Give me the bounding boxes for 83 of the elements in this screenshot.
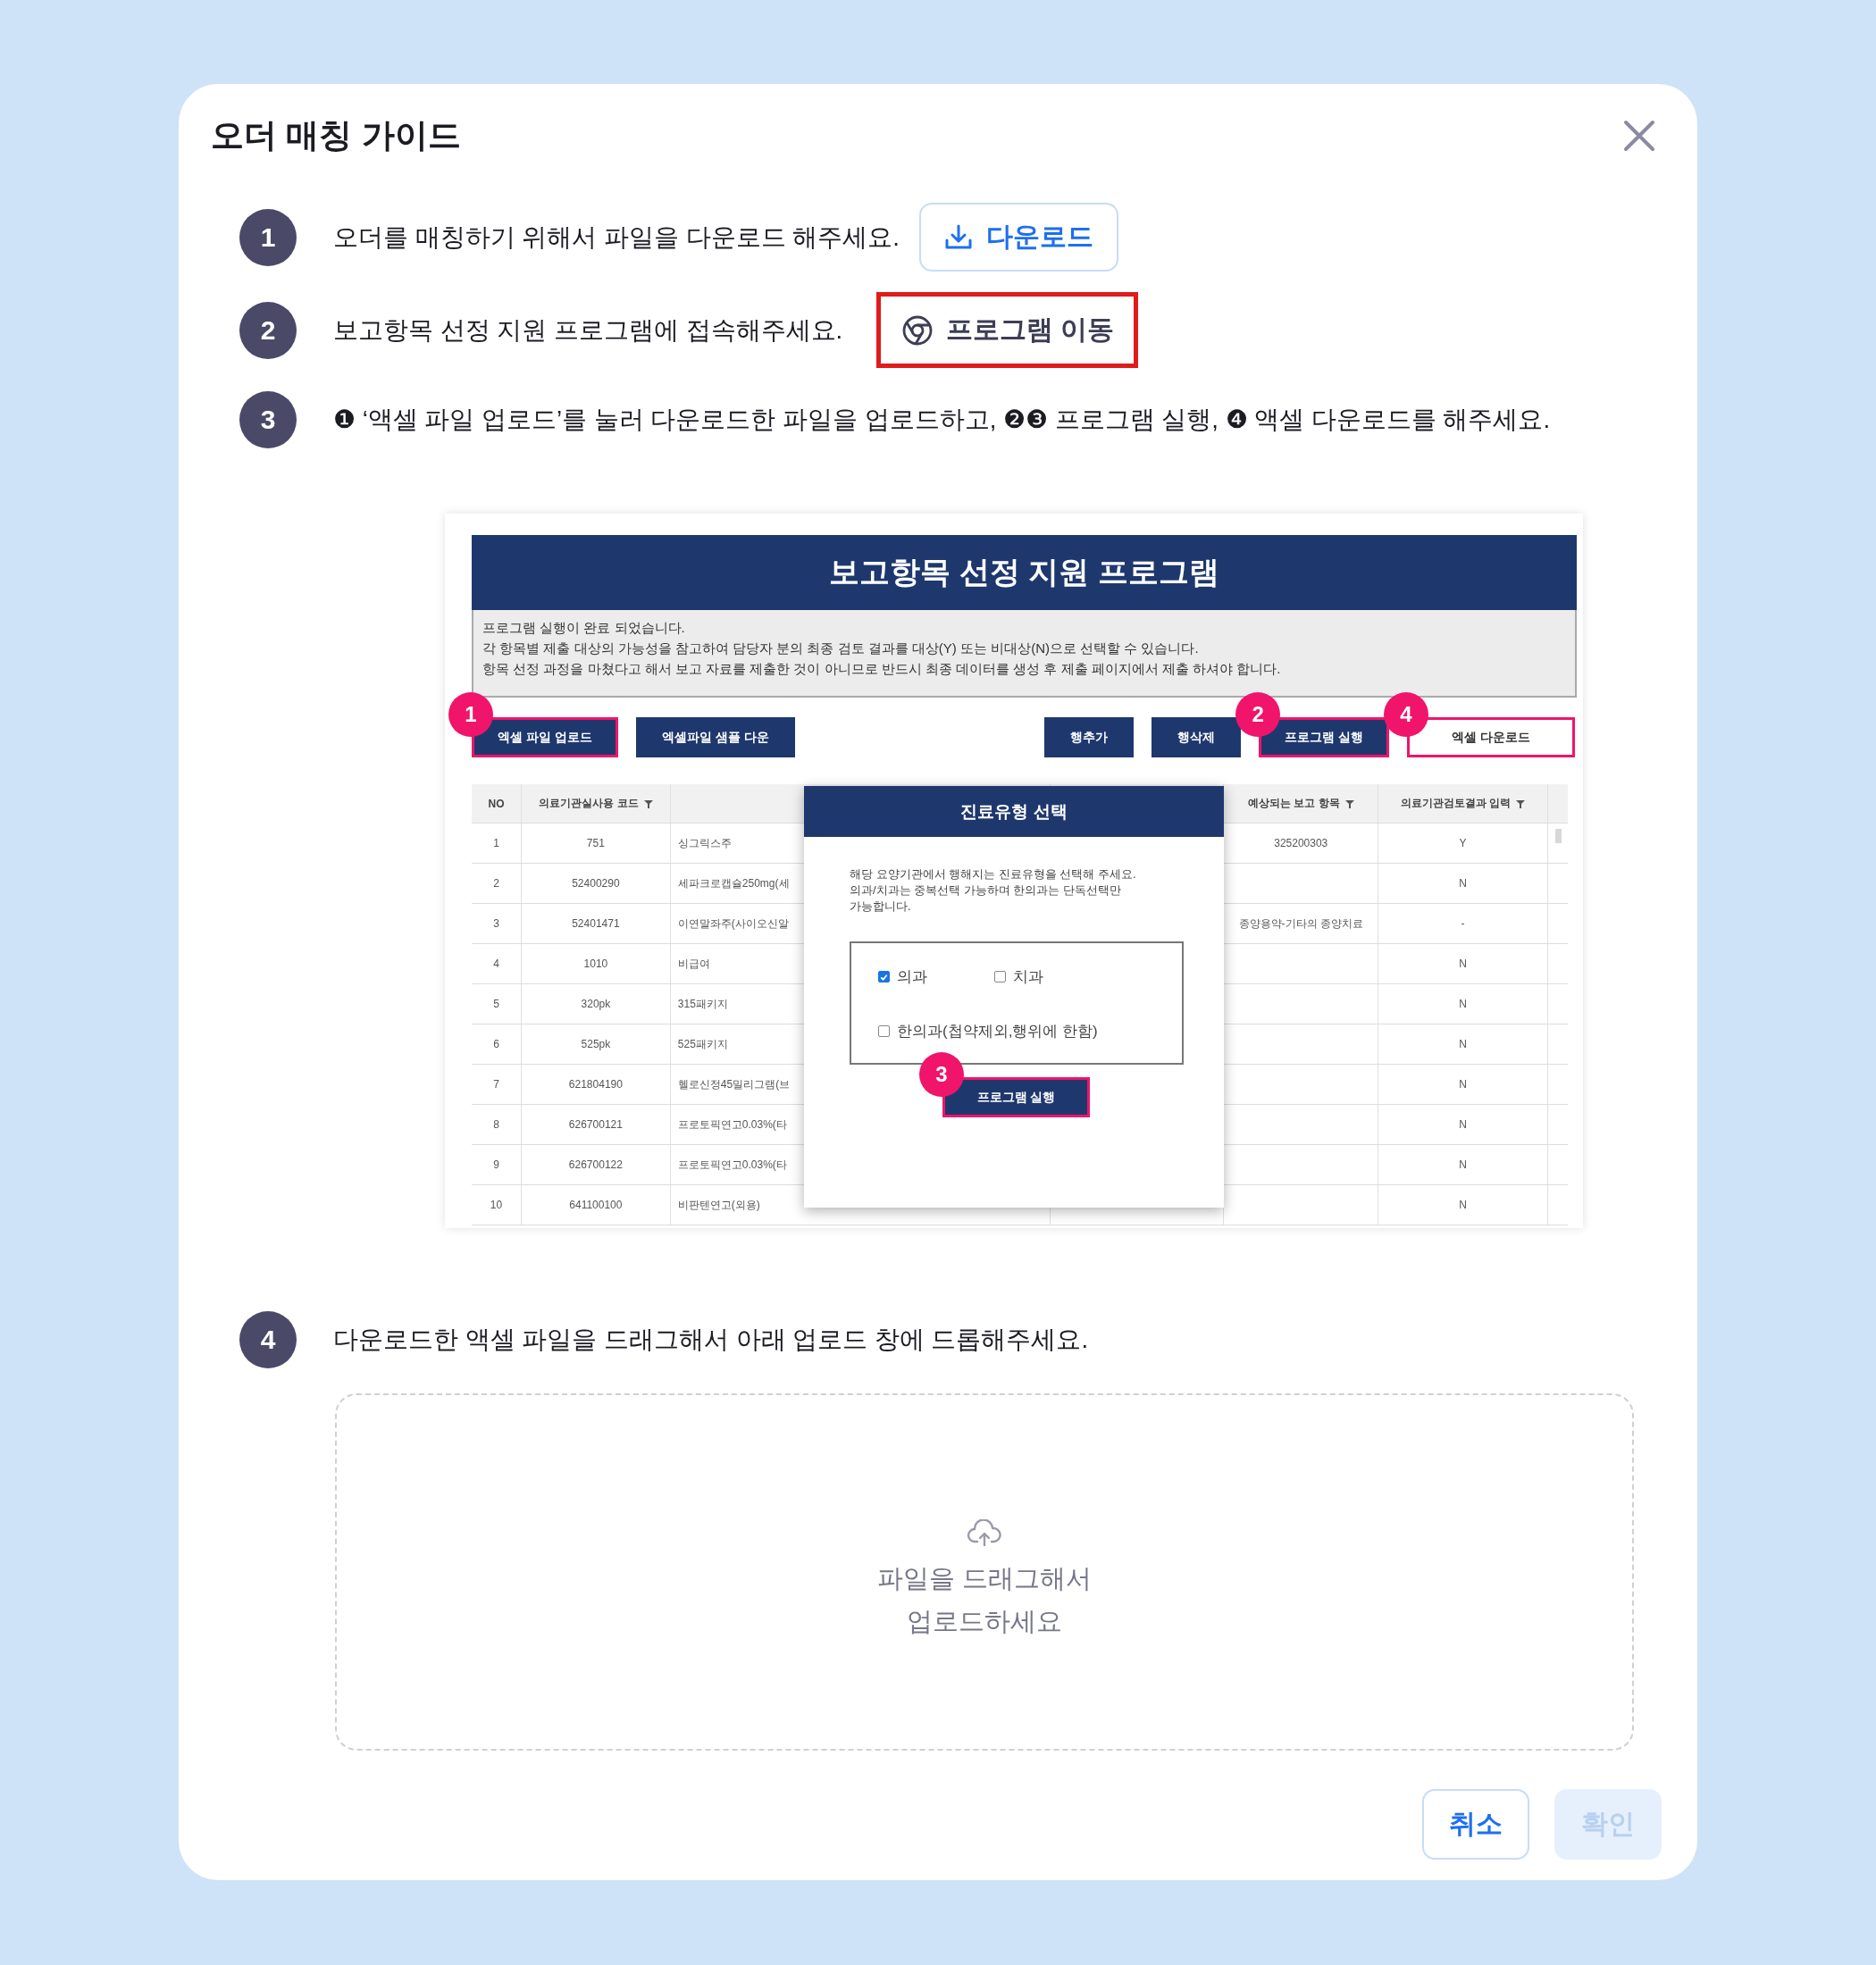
- checkbox-label: 한의과(첩약제외,행위에 한함): [897, 1022, 1098, 1041]
- filter-icon[interactable]: [1344, 799, 1354, 808]
- checkbox-label: 의과: [897, 967, 927, 987]
- table-cell: 1010: [521, 944, 671, 983]
- table-cell: 315패키지: [677, 996, 728, 1012]
- table-cell: 1: [472, 824, 522, 863]
- step-number: 4: [239, 1311, 297, 1368]
- table-cell: 52401471: [521, 904, 671, 943]
- cloud-upload-icon: [967, 1519, 1002, 1548]
- table-cell: N: [1378, 1105, 1548, 1144]
- table-cell: N: [1378, 1185, 1548, 1225]
- step-marker: 1: [448, 692, 493, 737]
- dropzone-text: 파일을 드래그해서 업로드하세요: [876, 1563, 1093, 1637]
- notice-text: 각 항목별 제출 대상의 가능성을 참고하여 담당자 분의 최종 검토 결과를 대상(Y) 또는 비대상(N)으로 선택할 수 있습니다.: [482, 640, 1200, 657]
- table-cell: N: [1378, 1065, 1548, 1104]
- table-cell: N: [1378, 1024, 1548, 1064]
- table-cell: 751: [521, 824, 671, 863]
- table-cell: 종양용약-기타의 종양치료: [1238, 916, 1363, 932]
- program-action-button[interactable]: 행추가: [1044, 717, 1135, 757]
- step-text: 오더를 매칭하기 위해서 파일을 다운로드 해주세요.: [333, 222, 900, 253]
- popup-title: 진료유형 선택: [804, 786, 1224, 837]
- checkbox[interactable]: [878, 971, 890, 982]
- ring-icon: [900, 314, 934, 347]
- step-text: ❶ ‘액셀 파일 업로드’를 눌러 다운로드한 파일을 업로드하고, ❷❸ 프로그램 실행, ❹ 액셀 다운로드를 해주세요.: [333, 405, 1551, 435]
- table-cell: 4: [472, 944, 522, 983]
- table-cell: 621804190: [521, 1065, 671, 1104]
- filter-icon[interactable]: [1516, 799, 1526, 808]
- step-number: 2: [239, 301, 297, 359]
- upload-dropzone[interactable]: 파일을 드래그해서 업로드하세요: [335, 1393, 1634, 1751]
- table-cell: Y: [1378, 824, 1548, 863]
- close-icon[interactable]: [1623, 120, 1655, 152]
- table-cell: N: [1378, 984, 1548, 1024]
- column-header: NO: [472, 784, 522, 823]
- checkbox[interactable]: [878, 1025, 890, 1037]
- dialog-title: 오더 매칭 가이드: [211, 116, 461, 155]
- table-cell: 8: [472, 1105, 522, 1144]
- table-cell: 2: [472, 864, 522, 903]
- table-cell: 6: [472, 1024, 522, 1064]
- program-action-button[interactable]: 행삭제: [1152, 717, 1242, 757]
- table-cell: 52400290: [521, 864, 671, 903]
- table-cell: 비급여: [677, 956, 710, 972]
- table-cell: 641100100: [521, 1185, 671, 1225]
- table-cell: N: [1378, 944, 1548, 983]
- notice-text: 항목 선정 과정을 마쳤다고 해서 보고 자료를 제출한 것이 아니므로 반드시 최종 데이터를 생성 후 제출 페이지에서 제출 하셔야 합니다.: [482, 660, 1282, 678]
- popup-text: 해당 요양기관에서 행해지는 진료유형을 선택해 주세요. 의과/치과는 중복선택 가능하며 한의과는 단독선택만 가능합니다.: [850, 866, 1137, 915]
- table-cell: 525패키지: [677, 1036, 728, 1052]
- step-marker: 3: [919, 1052, 964, 1097]
- table-cell: 5: [472, 984, 522, 1024]
- program-action-button[interactable]: 엑셀파일 샘플 다운: [635, 717, 795, 757]
- program-button[interactable]: 프로그램 이동: [876, 292, 1139, 368]
- step-text: 다운로드한 액셀 파일을 드래그해서 아래 업로드 창에 드롭해주세요.: [333, 1325, 1089, 1355]
- table-cell: 626700122: [521, 1145, 671, 1184]
- checkbox-label: 치과: [1013, 967, 1043, 987]
- table-cell: 헬로신정45밀리그램(브: [677, 1076, 791, 1092]
- table-cell: 525pk: [521, 1024, 671, 1064]
- table-cell: 세파크로캡슐250mg(세: [677, 875, 790, 891]
- step-text: 보고항목 선정 지원 프로그램에 접속해주세요.: [333, 314, 843, 346]
- table-cell: 9: [472, 1145, 522, 1184]
- table-cell: 626700121: [521, 1105, 671, 1144]
- download-button[interactable]: 다운로드: [918, 203, 1118, 272]
- filter-icon[interactable]: [643, 799, 653, 808]
- table-cell: 싱그릭스주: [677, 835, 732, 851]
- dialog-button[interactable]: 취소: [1422, 1789, 1529, 1860]
- column-header: 의료기관실사용 코드: [521, 784, 671, 823]
- table-cell: 3: [472, 904, 522, 943]
- step-number: 3: [239, 391, 297, 448]
- table-cell: 이연말좌주(사이오신알: [677, 916, 789, 932]
- table-cell: 비판텐연고(외용): [677, 1197, 760, 1213]
- table-cell: N: [1378, 1145, 1548, 1184]
- table-cell: 320pk: [521, 984, 671, 1024]
- table-cell: 프로토픽연고0.03%(타: [677, 1157, 787, 1173]
- column-header: 의료기관검토결과 입력: [1378, 784, 1548, 823]
- table-cell: 7: [472, 1065, 522, 1104]
- step-number: 1: [239, 208, 297, 266]
- table-cell: -: [1378, 904, 1548, 943]
- table-cell: N: [1378, 864, 1548, 903]
- table-cell: 10: [472, 1185, 522, 1225]
- notice-text: 프로그램 실행이 완료 되었습니다.: [482, 619, 686, 637]
- checkbox[interactable]: [994, 971, 1006, 982]
- scrollbar[interactable]: [1555, 829, 1562, 843]
- program-title: 보고항목 선정 지원 프로그램: [472, 535, 1577, 610]
- table-cell: 325200303: [1274, 837, 1328, 849]
- table-cell: 프로토픽연고0.03%(타: [677, 1116, 787, 1133]
